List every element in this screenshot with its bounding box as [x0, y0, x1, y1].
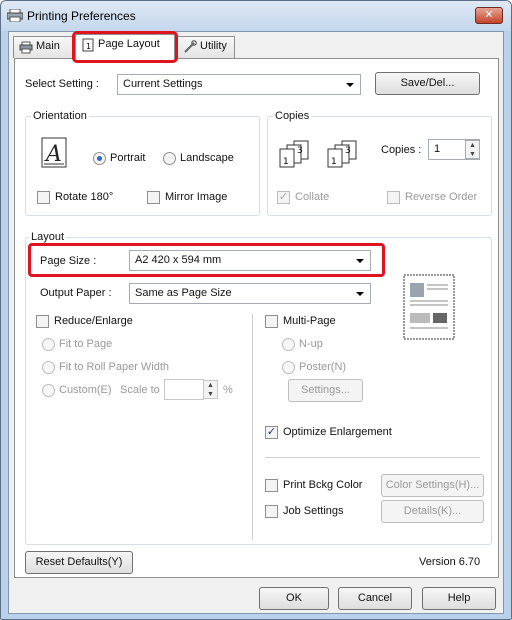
mirror-image-checkbox[interactable] — [147, 191, 160, 204]
copies-group: Copies 1 3 1 3 Copies : 1 ▲ ▼ ✓ Collate … — [267, 110, 492, 216]
ok-button[interactable]: OK — [259, 587, 329, 610]
page-layout-icon: 1 — [82, 38, 94, 52]
landscape-radio[interactable] — [163, 152, 176, 165]
copies-value: 1 — [434, 143, 441, 155]
reduce-enlarge-label: Reduce/Enlarge — [54, 315, 133, 327]
output-paper-value: Same as Page Size — [135, 287, 232, 299]
output-paper-dropdown[interactable]: Same as Page Size — [129, 283, 371, 304]
scale-to-label: Scale to — [120, 384, 160, 396]
uncollated-copies-icon: 1 3 — [327, 140, 357, 168]
poster-label: Poster(N) — [299, 361, 347, 373]
custom-radio[interactable] — [42, 384, 55, 397]
page-size-value: A2 420 x 594 mm — [135, 254, 222, 266]
chevron-down-icon — [356, 292, 364, 296]
printer-icon — [19, 41, 33, 54]
tab-main[interactable]: Main — [13, 36, 77, 58]
reset-defaults-button[interactable]: Reset Defaults(Y) — [25, 551, 133, 574]
dialog-client-area: Main 1 Page Layout Utility Select Settin… — [8, 31, 504, 614]
tab-page-layout-label: Page Layout — [98, 38, 160, 50]
output-paper-label: Output Paper : — [40, 287, 112, 299]
collated-copies-icon: 1 3 — [279, 140, 309, 168]
job-settings-label: Job Settings — [283, 505, 344, 517]
tab-main-label: Main — [36, 40, 60, 52]
reverse-order-checkbox[interactable] — [387, 191, 400, 204]
tab-utility-label: Utility — [200, 40, 227, 52]
poster-radio[interactable] — [282, 361, 295, 374]
close-button[interactable]: ✕ — [475, 7, 503, 24]
scale-spinner[interactable]: ▲ ▼ — [203, 380, 218, 399]
printer-icon — [7, 9, 23, 22]
orientation-title: Orientation — [31, 110, 89, 122]
svg-text:3: 3 — [297, 146, 303, 156]
optimize-enlargement-label: Optimize Enlargement — [283, 426, 392, 438]
spin-down-icon[interactable]: ▼ — [466, 150, 479, 159]
select-setting-value: Current Settings — [123, 78, 203, 90]
printing-preferences-window: Printing Preferences ✕ Main 1 Page Layou… — [0, 0, 512, 620]
copies-spinner[interactable]: ▲ ▼ — [465, 140, 480, 159]
cancel-button[interactable]: Cancel — [338, 587, 412, 610]
multi-page-checkbox[interactable] — [265, 315, 278, 328]
copies-title: Copies — [273, 110, 312, 122]
collate-checkbox[interactable]: ✓ — [277, 191, 290, 204]
fit-to-page-label: Fit to Page — [59, 338, 113, 350]
spin-up-icon[interactable]: ▲ — [204, 381, 217, 390]
svg-text:3: 3 — [345, 146, 351, 156]
collate-label: Collate — [295, 191, 330, 203]
svg-text:1: 1 — [331, 157, 337, 167]
multi-page-settings-button[interactable]: Settings... — [288, 379, 363, 402]
fit-to-page-radio[interactable] — [42, 338, 55, 351]
mirror-image-label: Mirror Image — [165, 191, 228, 203]
page-size-label: Page Size : — [40, 255, 97, 267]
help-button[interactable]: Help — [422, 587, 496, 610]
vertical-divider — [252, 314, 253, 412]
chevron-down-icon — [356, 259, 364, 263]
horizontal-divider — [265, 457, 480, 458]
color-settings-button[interactable]: Color Settings(H)... — [381, 474, 484, 497]
page-preview-icon — [403, 274, 455, 340]
title-bar: Printing Preferences ✕ — [1, 1, 511, 31]
svg-text:A: A — [44, 142, 62, 167]
percent-label: % — [223, 384, 233, 396]
fit-roll-paper-radio[interactable] — [42, 361, 55, 374]
vertical-divider-lower — [252, 412, 253, 540]
print-bckg-color-label: Print Bckg Color — [283, 479, 363, 491]
tab-utility[interactable]: Utility — [177, 36, 235, 58]
layout-title: Layout — [29, 231, 67, 243]
chevron-down-icon — [346, 83, 354, 87]
window-title: Printing Preferences — [27, 9, 136, 23]
landscape-label: Landscape — [180, 152, 234, 164]
wrench-icon — [184, 40, 197, 53]
tab-page-layout[interactable]: 1 Page Layout — [72, 31, 178, 63]
details-button[interactable]: Details(K)... — [381, 500, 484, 523]
multi-page-label: Multi-Page — [283, 315, 336, 327]
n-up-label: N-up — [299, 338, 323, 350]
portrait-label: Portrait — [110, 152, 146, 164]
portrait-page-icon: A — [41, 137, 67, 168]
reverse-order-label: Reverse Order — [405, 191, 478, 203]
copies-label: Copies : — [381, 144, 422, 156]
page-layout-panel: Select Setting : Current Settings Save/D… — [14, 58, 499, 578]
version-label: Version 6.70 — [419, 556, 481, 568]
scale-input[interactable] — [164, 379, 204, 400]
portrait-radio[interactable] — [93, 152, 106, 165]
n-up-radio[interactable] — [282, 338, 295, 351]
svg-text:1: 1 — [86, 42, 91, 51]
layout-group: Layout Page Size : A2 420 x 594 mm Outpu… — [25, 231, 492, 545]
print-bckg-color-checkbox[interactable] — [265, 479, 278, 492]
svg-text:1: 1 — [283, 157, 289, 167]
spin-down-icon[interactable]: ▼ — [204, 390, 217, 399]
select-setting-label: Select Setting : — [25, 78, 99, 90]
optimize-enlargement-checkbox[interactable]: ✓ — [265, 426, 278, 439]
rotate-180-label: Rotate 180° — [55, 191, 114, 203]
reduce-enlarge-checkbox[interactable] — [36, 315, 49, 328]
rotate-180-checkbox[interactable] — [37, 191, 50, 204]
job-settings-checkbox[interactable] — [265, 505, 278, 518]
orientation-group: Orientation A Portrait Landscape Rotate … — [25, 110, 260, 216]
select-setting-dropdown[interactable]: Current Settings — [117, 74, 361, 95]
save-del-button[interactable]: Save/Del... — [375, 72, 480, 95]
fit-roll-paper-label: Fit to Roll Paper Width — [59, 361, 170, 373]
page-size-dropdown[interactable]: A2 420 x 594 mm — [129, 250, 371, 271]
spin-up-icon[interactable]: ▲ — [466, 141, 479, 150]
custom-label: Custom(E) — [59, 384, 112, 396]
